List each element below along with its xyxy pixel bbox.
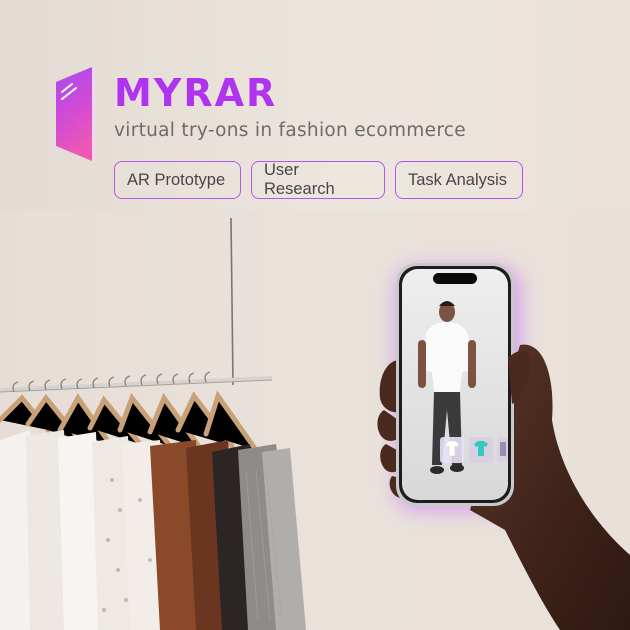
brand-title: MYRAR: [114, 71, 278, 115]
clothing-rack-garments: [0, 430, 306, 630]
tag-task-analysis[interactable]: Task Analysis: [395, 161, 523, 199]
tag-user-research[interactable]: User Research: [251, 161, 385, 199]
mirror-logo-icon: [56, 67, 96, 161]
tag-ar-prototype[interactable]: AR Prototype: [114, 161, 241, 199]
smartphone: [396, 263, 514, 506]
tag-list: AR Prototype User Research Task Analysis: [114, 161, 523, 199]
brand-subtitle: virtual try-ons in fashion ecommerce: [114, 120, 466, 141]
